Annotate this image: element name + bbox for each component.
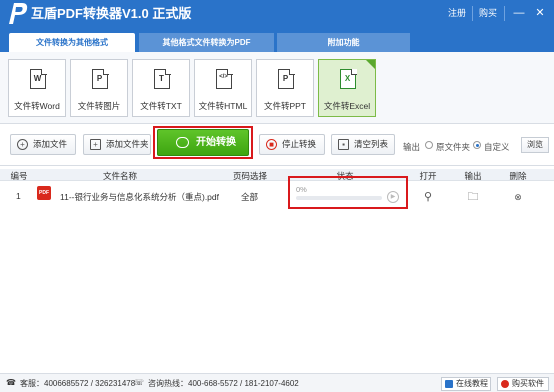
hotline-contact: 咨询热线：400-668-5572 / 181-2107-4602 [148, 379, 299, 388]
header-delete: 删除 [509, 171, 527, 181]
format-ppt-button[interactable]: P 文件转PPT [256, 59, 314, 117]
format-label: 文件转HTML [198, 101, 248, 111]
tab-strip: 文件转换为其他格式 其他格式文件转换为PDF 附加功能 [0, 28, 554, 52]
format-label: 文件转图片 [77, 101, 121, 111]
format-label: 文件转TXT [140, 101, 182, 111]
header-index: 编号 [10, 171, 28, 181]
header-output: 输出 [464, 171, 482, 181]
title-divider [504, 6, 505, 21]
selected-corner-icon [366, 60, 375, 69]
app-logo-icon [9, 3, 28, 24]
output-label: 输出 [403, 142, 421, 152]
close-icon[interactable]: ✕ [531, 4, 549, 22]
header-pages: 页码选择 [232, 171, 267, 181]
original-folder-radio[interactable] [425, 141, 433, 149]
html-doc-icon: </> [216, 68, 233, 89]
browse-button[interactable]: 浏览 [521, 137, 549, 153]
plus-icon: + [17, 139, 28, 150]
format-txt-button[interactable]: T 文件转TXT [132, 59, 190, 117]
phone-icon: ☏ [134, 378, 145, 387]
format-panel: W 文件转Word P 文件转图片 T 文件转TXT </> 文件转HTML P… [0, 52, 554, 124]
buy-software-button[interactable]: 购买软件 [497, 377, 549, 391]
trash-icon: ▪ [338, 139, 349, 150]
format-html-button[interactable]: </> 文件转HTML [194, 59, 252, 117]
row-file-name: 11--银行业务与信息化系统分析（重点).pdf [60, 192, 219, 202]
pdf-file-icon: PDF [37, 186, 51, 200]
cart-icon [501, 380, 509, 388]
image-doc-icon: P [92, 68, 109, 89]
add-folder-button[interactable]: + 添加文件夹 [83, 134, 151, 155]
open-search-icon[interactable]: ⚲ [421, 190, 435, 204]
row-pages[interactable]: 全部 [241, 191, 258, 203]
custom-folder-radio[interactable] [473, 141, 481, 149]
status-bar: ☎ 客服：4006685572 / 326231478 ☏ 咨询热线：400-6… [0, 373, 554, 392]
table-header: 编号 文件名称 页码选择 状态 打开 输出 删除 [0, 169, 554, 181]
format-excel-button[interactable]: X 文件转Excel [318, 59, 376, 117]
tab-convert-to-pdf[interactable]: 其他格式文件转换为PDF [139, 33, 274, 52]
minimize-icon[interactable]: — [510, 4, 528, 22]
header-name: 文件名称 [102, 171, 137, 181]
online-tutorial-button[interactable]: 在线教程 [441, 377, 491, 391]
status-highlight-box [288, 176, 408, 209]
title-bar: 互盾PDF转换器V1.0 正式版 注册 购买 — ✕ [0, 0, 554, 28]
format-label: 文件转Word [14, 101, 60, 111]
header-open: 打开 [419, 171, 437, 181]
start-highlight-box [153, 126, 253, 159]
tutorial-icon [445, 380, 453, 388]
row-index: 1 [16, 191, 21, 201]
format-image-button[interactable]: P 文件转图片 [70, 59, 128, 117]
format-label: 文件转Excel [323, 101, 371, 111]
original-folder-label: 原文件夹 [436, 142, 471, 152]
custom-folder-label: 自定义 [484, 142, 510, 152]
tab-extra-features[interactable]: 附加功能 [277, 33, 410, 52]
delete-icon[interactable]: ⊗ [511, 190, 525, 204]
register-button[interactable]: 注册 [442, 5, 472, 22]
clear-list-button[interactable]: ▪ 清空列表 [331, 134, 395, 155]
output-folder-icon[interactable]: 🗀 [466, 190, 480, 204]
format-word-button[interactable]: W 文件转Word [8, 59, 66, 117]
buy-button[interactable]: 购买 [473, 5, 503, 22]
tab-convert-to-other[interactable]: 文件转换为其他格式 [9, 33, 135, 52]
format-label: 文件转PPT [263, 101, 307, 111]
app-title: 互盾PDF转换器V1.0 正式版 [31, 6, 192, 21]
ppt-doc-icon: P [278, 68, 295, 89]
stop-convert-button[interactable]: ■ 停止转换 [259, 134, 325, 155]
support-contact: 客服：4006685572 / 326231478 [20, 379, 136, 388]
folder-plus-icon: + [90, 139, 101, 150]
word-doc-icon: W [30, 68, 47, 89]
add-file-button[interactable]: + 添加文件 [10, 134, 76, 155]
stop-icon: ■ [266, 139, 277, 150]
excel-doc-icon: X [340, 68, 357, 89]
txt-doc-icon: T [154, 68, 171, 89]
headset-icon: ☎ [6, 378, 16, 387]
